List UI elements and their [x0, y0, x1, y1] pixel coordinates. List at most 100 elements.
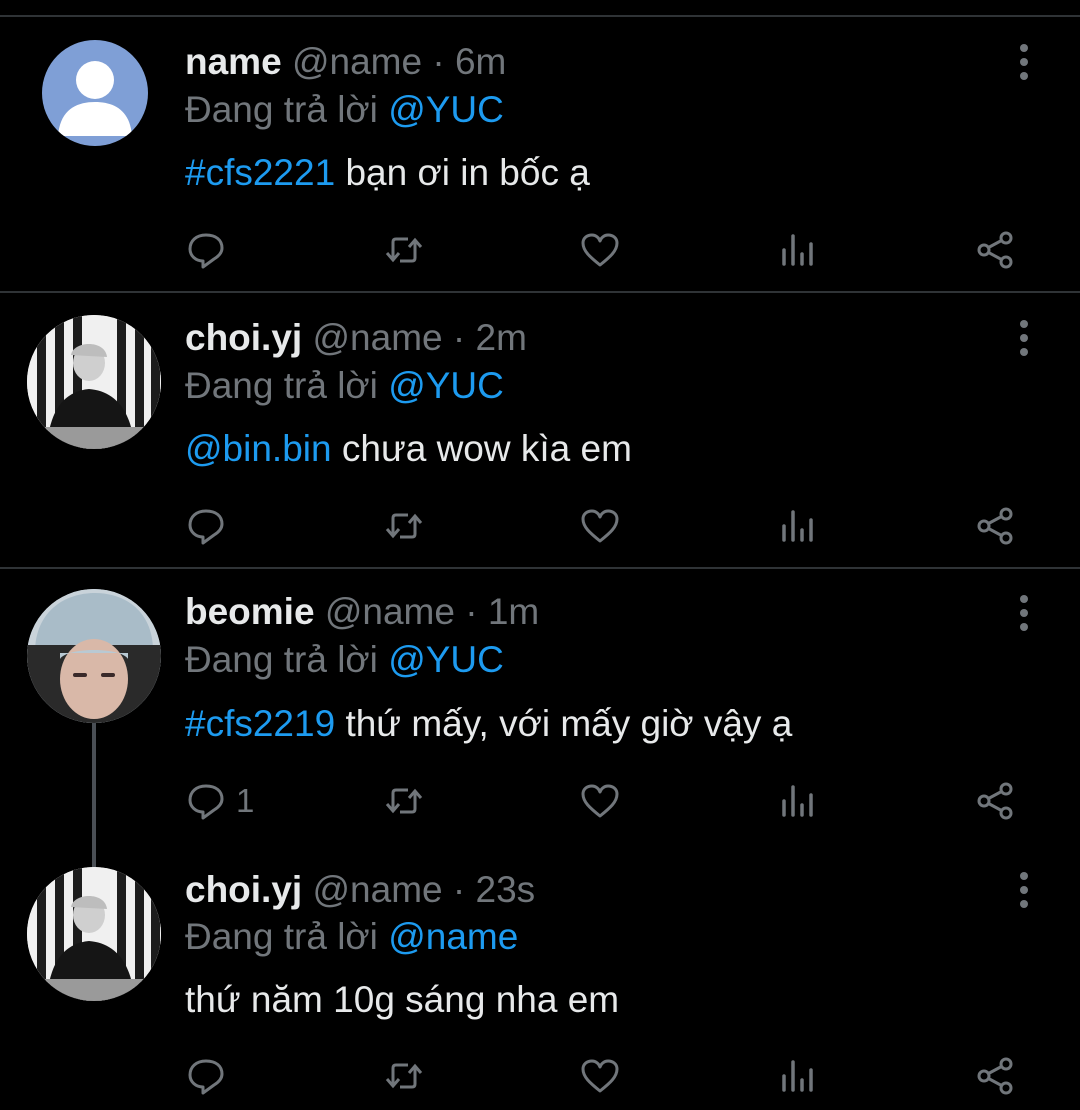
avatar[interactable]	[42, 40, 148, 146]
photo-avatar-icon	[27, 315, 161, 449]
separator: ·	[465, 591, 478, 632]
display-name[interactable]: choi.yj	[185, 869, 302, 910]
more-icon[interactable]	[1010, 42, 1038, 82]
tweet-actions	[0, 501, 1080, 551]
photo-avatar-icon	[27, 589, 161, 723]
tweet-actions: 1	[0, 776, 1080, 826]
replying-to: Đang trả lời @YUC	[185, 88, 504, 132]
display-name[interactable]: beomie	[185, 591, 315, 632]
like-icon	[581, 233, 619, 267]
reply-button[interactable]	[186, 225, 236, 275]
reply-icon	[188, 233, 224, 269]
share-icon	[977, 782, 1013, 820]
replying-to-label: Đang trả lời	[185, 916, 378, 957]
tweet-body-text: chưa wow kìa em	[331, 428, 632, 469]
tweet[interactable]: choi.yj @name · 23s Đang trả lời @name t…	[0, 845, 1080, 1110]
views-button[interactable]	[778, 776, 818, 826]
tweet-actions	[0, 225, 1080, 275]
display-name[interactable]: choi.yj	[185, 317, 302, 358]
avatar[interactable]	[27, 315, 161, 449]
views-button[interactable]	[778, 1051, 818, 1101]
reply-button[interactable]: 1	[186, 776, 254, 826]
photo-avatar-icon	[27, 867, 161, 1001]
like-icon	[581, 1059, 619, 1093]
replying-to-label: Đang trả lời	[185, 639, 378, 680]
reply-icon	[188, 784, 224, 820]
separator: ·	[452, 317, 466, 358]
user-handle[interactable]: @name	[312, 317, 442, 358]
tweet[interactable]: beomie @name · 1m Đang trả lời @YUC #cfs…	[0, 569, 1080, 843]
share-button[interactable]	[975, 501, 1015, 551]
retweet-button[interactable]	[384, 776, 424, 826]
views-icon	[782, 234, 813, 266]
tweet-header: choi.yj @name · 23s	[185, 868, 535, 912]
tweet-text: @bin.bin chưa wow kìa em	[185, 427, 632, 471]
default-avatar-icon	[58, 61, 132, 136]
like-button[interactable]	[580, 225, 620, 275]
more-icon[interactable]	[1010, 318, 1038, 358]
mention-link[interactable]: @bin.bin	[185, 428, 332, 469]
retweet-icon	[385, 513, 423, 539]
reply-to-mention[interactable]: @name	[388, 916, 518, 957]
tweet-header: name @name · 6m	[185, 40, 506, 84]
share-button[interactable]	[975, 776, 1015, 826]
like-button[interactable]	[580, 1051, 620, 1101]
share-icon	[977, 231, 1013, 269]
replying-to: Đang trả lời @name	[185, 915, 518, 959]
replying-to-label: Đang trả lời	[185, 365, 378, 406]
tweet-header: beomie @name · 1m	[185, 590, 539, 634]
tweet-text: #cfs2219 thứ mấy, với mấy giờ vậy ạ	[185, 702, 792, 746]
tweet[interactable]: choi.yj @name · 2m Đang trả lời @YUC @bi…	[0, 293, 1080, 567]
retweet-button[interactable]	[384, 501, 424, 551]
timestamp[interactable]: 2m	[476, 317, 527, 358]
retweet-icon	[385, 788, 423, 814]
tweet-header: choi.yj @name · 2m	[185, 316, 527, 360]
retweet-icon	[385, 237, 423, 263]
reply-count: 1	[236, 782, 255, 819]
more-icon[interactable]	[1010, 870, 1038, 910]
share-button[interactable]	[975, 1051, 1015, 1101]
retweet-button[interactable]	[384, 225, 424, 275]
reply-button[interactable]	[186, 1051, 236, 1101]
timestamp[interactable]: 6m	[455, 41, 506, 82]
reply-icon	[188, 1059, 224, 1095]
hashtag-link[interactable]: #cfs2219	[185, 703, 335, 744]
display-name[interactable]: name	[185, 41, 282, 82]
tweet-text: thứ năm 10g sáng nha em	[185, 978, 619, 1022]
tweet-actions	[0, 1051, 1080, 1101]
like-button[interactable]	[580, 501, 620, 551]
share-button[interactable]	[975, 225, 1015, 275]
reply-to-mention[interactable]: @YUC	[388, 89, 504, 130]
avatar[interactable]	[27, 867, 161, 1001]
user-handle[interactable]: @name	[312, 869, 442, 910]
share-icon	[977, 1057, 1013, 1095]
hashtag-link[interactable]: #cfs2221	[185, 152, 335, 193]
views-icon	[782, 1060, 813, 1092]
views-button[interactable]	[778, 501, 818, 551]
like-button[interactable]	[580, 776, 620, 826]
retweet-icon	[385, 1063, 423, 1089]
share-icon	[977, 507, 1013, 545]
tweet[interactable]: name @name · 6m Đang trả lời @YUC #cfs22…	[0, 0, 1080, 292]
views-icon	[782, 785, 813, 817]
more-icon[interactable]	[1010, 593, 1038, 633]
avatar[interactable]	[27, 589, 161, 723]
separator: ·	[432, 41, 445, 82]
replying-to: Đang trả lời @YUC	[185, 364, 504, 408]
tweet-text: #cfs2221 bạn ơi in bốc ạ	[185, 151, 590, 195]
reply-to-mention[interactable]: @YUC	[388, 639, 504, 680]
user-handle[interactable]: @name	[325, 591, 455, 632]
timestamp[interactable]: 1m	[488, 591, 539, 632]
reply-to-mention[interactable]: @YUC	[388, 365, 504, 406]
reply-icon	[188, 509, 224, 545]
views-button[interactable]	[778, 225, 818, 275]
reply-button[interactable]	[186, 501, 236, 551]
replying-to-label: Đang trả lời	[185, 89, 378, 130]
user-handle[interactable]: @name	[292, 41, 422, 82]
tweet-body-text: thứ năm 10g sáng nha em	[185, 979, 620, 1020]
separator: ·	[452, 869, 466, 910]
like-icon	[581, 509, 619, 543]
timestamp[interactable]: 23s	[476, 869, 536, 910]
tweet-body-text: thứ mấy, với mấy giờ vậy ạ	[335, 703, 793, 744]
retweet-button[interactable]	[384, 1051, 424, 1101]
